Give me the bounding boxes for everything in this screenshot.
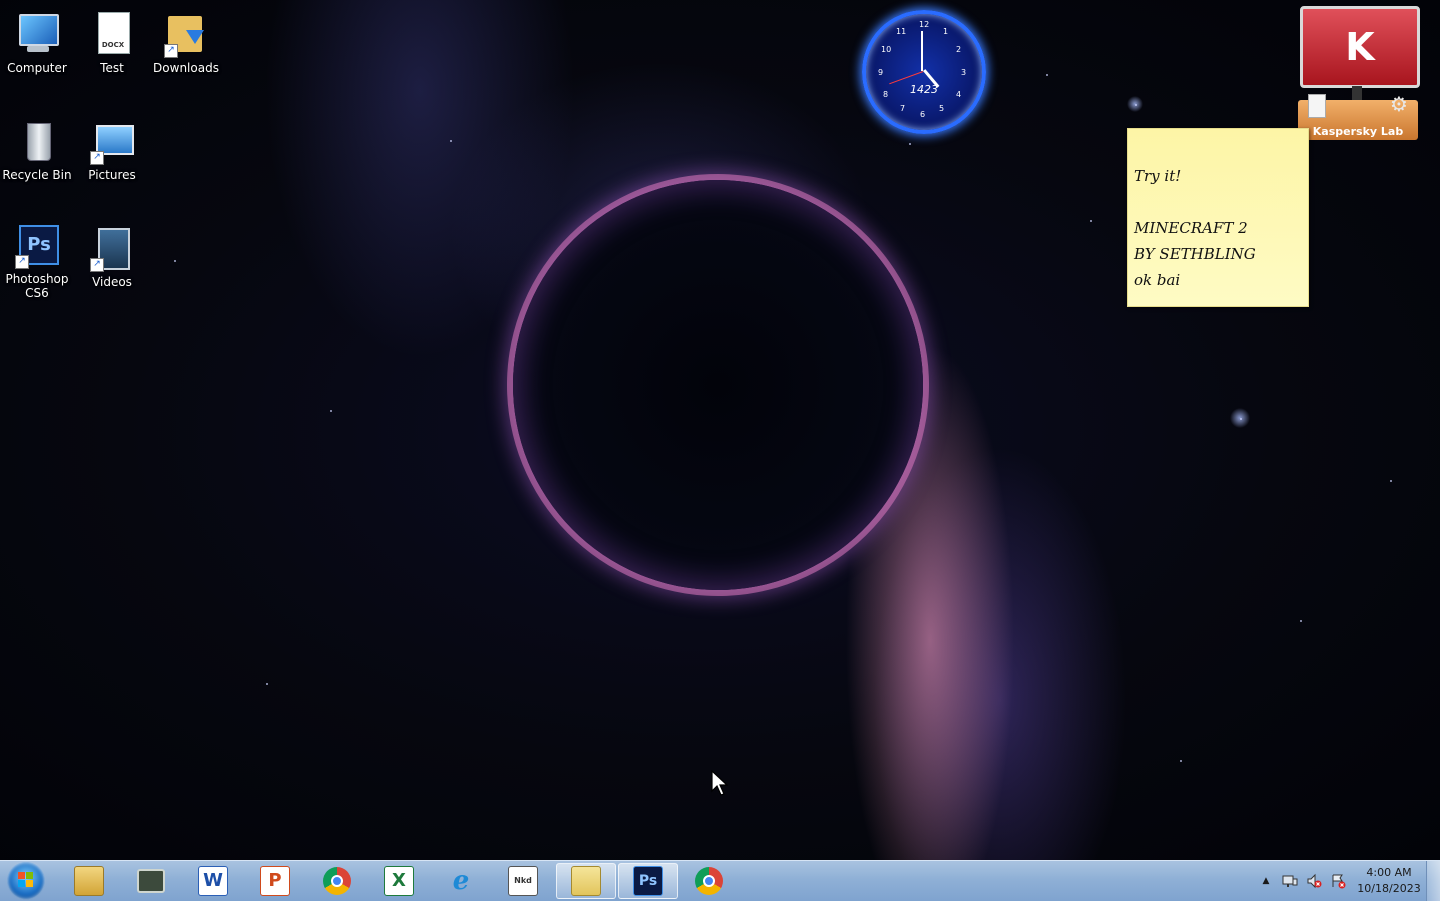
clock-number: 10 (881, 45, 892, 54)
gear-icon[interactable]: ⚙ (1390, 92, 1408, 116)
taskbar-ie-button[interactable]: e (432, 863, 490, 899)
system-clock[interactable]: 4:00 AM 10/18/2023 (1356, 865, 1422, 897)
chrome-icon (323, 867, 351, 895)
docx-badge: DOCX (101, 41, 125, 49)
chrome-icon (695, 867, 723, 895)
word-icon: W (198, 866, 228, 896)
clock-number: 8 (883, 90, 889, 99)
desktop-icon-label: Computer (7, 61, 67, 75)
clock-number: 7 (900, 104, 906, 113)
clock-number: 4 (956, 90, 962, 99)
photoshop-icon: Ps ↗ (13, 221, 61, 269)
clock-gadget[interactable]: 12 1 2 3 4 5 6 7 8 9 10 11 1423 (862, 10, 986, 134)
show-hidden-icons-chevron-icon[interactable]: ▲ (1258, 873, 1274, 889)
explorer-icon (74, 866, 104, 896)
computer-icon (13, 10, 61, 58)
system-time: 4:00 AM (1366, 866, 1412, 879)
clock-number: 9 (878, 68, 884, 77)
desktop-icon-photoshop[interactable]: Ps ↗ Photoshop CS6 (0, 221, 74, 300)
docx-file-icon: DOCX (88, 10, 136, 58)
recycle-bin-icon (13, 117, 61, 165)
pictures-folder-icon: ↗ (88, 117, 136, 165)
sticky-note-text[interactable]: Try it! MINECRAFT 2 BY SETHBLING ok bai (1134, 163, 1304, 293)
volume-muted-icon[interactable] (1306, 873, 1322, 889)
monitor-icon (137, 869, 165, 893)
taskbar-excel-button[interactable]: X (370, 863, 428, 899)
taskbar-notepad-button[interactable]: Nkd (494, 863, 552, 899)
ie-icon: e (452, 866, 470, 896)
desktop-icon-label: Videos (92, 275, 132, 289)
desktop-icon-label: Recycle Bin (2, 168, 72, 182)
sticky-note-line: ok bai (1134, 271, 1181, 289)
clock-readout: 1423 (910, 83, 938, 96)
desktop-icon-downloads[interactable]: ↗ Downloads (149, 10, 223, 75)
photoshop-icon: Ps (633, 866, 663, 896)
sticky-note-line: MINECRAFT 2 (1134, 219, 1248, 237)
taskbar-monitor-button[interactable] (122, 863, 180, 899)
action-center-icon[interactable] (1330, 873, 1346, 889)
desktop-icon-pictures[interactable]: ↗ Pictures (75, 117, 149, 182)
desktop-icon-label: Pictures (88, 168, 136, 182)
desktop-icon-label: Test (100, 61, 124, 75)
taskbar-explorer-button[interactable] (60, 863, 118, 899)
taskbar-photoshop-button[interactable]: Ps (618, 863, 678, 899)
show-desktop-button[interactable] (1426, 861, 1440, 901)
taskbar: W P X e Nkd Ps ▲ 4:00 AM 10/18/2023 (0, 860, 1440, 901)
taskbar-chrome-button-2[interactable] (680, 863, 738, 899)
clock-number: 11 (896, 27, 907, 36)
desktop-icon-label: Downloads (153, 61, 219, 75)
clock-minute-hand (921, 31, 923, 71)
kaspersky-label: Kaspersky Lab (1312, 125, 1404, 138)
notepad-icon: Nkd (508, 866, 538, 896)
network-icon[interactable] (1282, 873, 1298, 889)
taskbar-folder-button[interactable] (556, 863, 616, 899)
desktop-icon-computer[interactable]: Computer (0, 10, 74, 75)
desktop-icon-label: Photoshop CS6 (5, 272, 69, 300)
system-date: 10/18/2023 (1357, 882, 1421, 895)
desktop-icon-videos[interactable]: ↗ Videos (75, 224, 149, 289)
clock-number: 12 (919, 20, 930, 29)
taskbar-word-button[interactable]: W (184, 863, 242, 899)
kaspersky-icon: K (1300, 6, 1420, 88)
powerpoint-icon: P (260, 866, 290, 896)
excel-icon: X (384, 866, 414, 896)
sticky-note[interactable]: Try it! MINECRAFT 2 BY SETHBLING ok bai (1127, 128, 1309, 307)
sticky-note-line (1134, 189, 1304, 215)
clock-number: 6 (920, 110, 926, 119)
clock-number: 2 (956, 45, 962, 54)
taskbar-chrome-button[interactable] (308, 863, 366, 899)
desktop-icon-test[interactable]: DOCX Test (75, 10, 149, 75)
taskbar-powerpoint-button[interactable]: P (246, 863, 304, 899)
sticky-note-line: BY SETHBLING (1134, 245, 1256, 263)
downloads-folder-icon: ↗ (162, 10, 210, 58)
clock-number: 1 (943, 27, 949, 36)
desktop-icon-recycle-bin[interactable]: Recycle Bin (0, 117, 74, 182)
clock-number: 5 (939, 104, 945, 113)
kaspersky-report-icon (1308, 94, 1326, 118)
kaspersky-gadget[interactable]: K ⚙ Kaspersky Lab (1298, 6, 1420, 144)
folder-icon (571, 866, 601, 896)
videos-folder-icon: ↗ (88, 224, 136, 272)
sticky-note-line: Try it! (1134, 167, 1182, 185)
clock-number: 3 (961, 68, 967, 77)
windows-start-icon[interactable] (7, 862, 45, 900)
